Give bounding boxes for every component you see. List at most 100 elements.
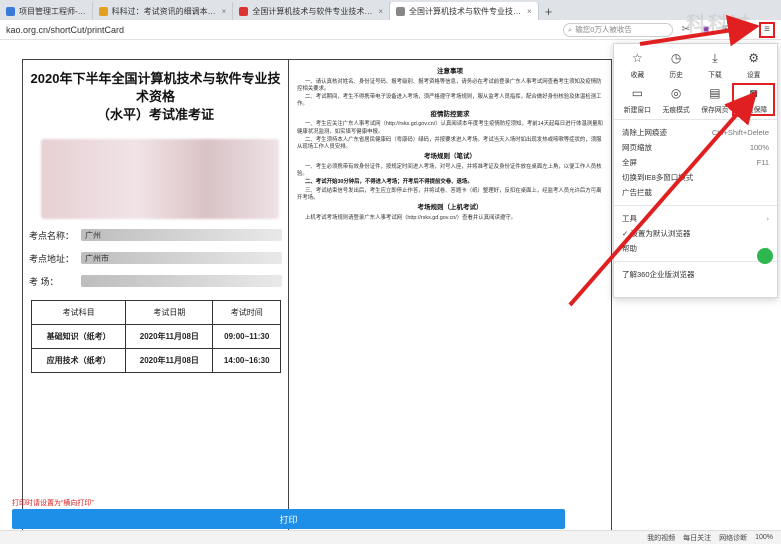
site-name-label: 考点名称： [29,230,75,241]
menu-item-label: 历史 [669,72,683,79]
menu-screenshot-button[interactable]: ◙ 网页保障 [732,83,775,116]
menu-item-label: 新建窗口 [623,107,651,114]
menu-divider [614,261,777,262]
menu-item-default-browser[interactable]: ✓ 设置为默认浏览器 [614,226,777,241]
menu-incognito-button[interactable]: ◎ 无痕模式 [657,85,696,114]
menu-new-window-button[interactable]: ▭ 新建窗口 [618,85,657,114]
print-note: 打印时请设置为“横向打印” [12,500,94,507]
exam-schedule-table: 考试科目 考试日期 考试时间 基础知识（纸考） 2020年11月08日 09:0… [30,299,281,373]
blurred-personal-info [41,138,279,219]
site-address-row: 考点地址： 广州市 [29,252,282,265]
menu-divider [614,205,777,206]
menu-item-label: 清除上网痕迹 [622,128,667,137]
site-name-row: 考点名称： 广州 [29,229,282,242]
menu-icon[interactable]: ≡ [759,21,775,38]
menu-item-label: 收藏 [630,72,645,79]
menu-item-shortcut: Ctrl+Shift+Delete [711,128,769,137]
table-cell: 14:00~16:30 [212,347,281,373]
menu-item-label: 全屏 [622,158,637,167]
menu-item-label: 保存网页 [701,107,729,114]
tab-3[interactable]: 全国计算机技术与软件专业技术… × [233,2,391,20]
chevron-right-icon: › [766,214,770,223]
tab-favicon-icon [396,6,406,16]
menu-settings-button[interactable]: ⚙ 设置 [734,50,773,79]
tab-bar: 项目管理工程师-… 科科过：考试资讯的细调本… × 全国计算机技术与软件专业技术… [0,0,781,20]
site-address-label: 考点地址： [29,253,75,264]
table-row: 基础知识（纸考） 2020年11月08日 09:00~11:30 [30,323,281,349]
menu-history-button[interactable]: ◷ 历史 [657,50,696,79]
menu-favorites-button[interactable]: ☆ 收藏 [618,50,657,79]
tab-1[interactable]: 项目管理工程师-… [0,2,93,20]
address-bar: kao.org.cn/shortCut/printCard ⌕ 输您0万人被收告… [0,20,781,40]
incognito-icon: ◎ [670,86,682,100]
menu-item-label: 网页缩放 [622,143,652,152]
menu-icon-grid: ☆ 收藏 ◷ 历史 ⤓ 下载 ⚙ 设置 ▭ 新建窗口 ◎ 无痕模式 ▤ 保存网页… [614,44,777,116]
notice-heading: 考场规则（笔试） [424,153,476,161]
search-input[interactable]: ⌕ 输您0万人被收告 [563,22,673,37]
menu-item-label: 广告拦截 [622,188,652,197]
exam-room-value [81,275,282,288]
status-network-link[interactable]: 网络诊断 [719,533,747,543]
table-cell: 09:00~11:30 [212,323,281,349]
menu-item-tools[interactable]: 工具 › [614,211,777,226]
notice-paragraph: 一、考生应关注广东人事考试网（http://rsks.gd.gov.cn/）认真… [297,121,603,135]
notice-paragraph: 三、考试结束信号发出后，考生应立即停止作答，并将试卷、答题卡（纸）整理好，反扣在… [297,187,602,201]
menu-item-zoom[interactable]: 网页缩放 100% [614,140,777,155]
table-cell: 2020年11月08日 [125,347,214,373]
tab-2[interactable]: 科科过：考试资讯的细调本… × [93,2,234,20]
menu-divider [614,119,777,120]
notice-heading: 疫情防控要求 [430,110,470,118]
url-input[interactable]: kao.org.cn/shortCut/printCard [6,25,557,35]
tab-close-icon[interactable]: × [378,7,383,16]
camera-icon: ◙ [750,86,758,100]
table-header: 考试时间 [212,299,281,325]
notice-paragraph: 二、考生须持本人广东省居民健康码（粤康码）绿码，并按要求进入考场。考试当天入场时… [297,136,602,151]
menu-item-enterprise[interactable]: 了解360企业版浏览器 [614,267,777,282]
menu-item-clear-history[interactable]: 清除上网痕迹 Ctrl+Shift+Delete [614,125,777,140]
menu-item-help[interactable]: 帮助 › [614,241,777,256]
watermark-logo: 科科过 [686,14,752,36]
tab-close-icon[interactable]: × [222,7,227,16]
menu-item-label: 了解360企业版浏览器 [622,270,695,279]
card-notice-column: 注意事项 一、请认真核对姓名、身份证号码、报考级别、报考资格等信息，请务必在考试… [289,60,611,534]
chevron-right-icon: › [766,244,770,253]
exam-room-row: 考 场： [29,275,282,288]
search-placeholder: 输您0万人被收告 [575,25,632,34]
card-title-line2: （水平）考试准考证 [96,107,214,123]
menu-item-shortcut: 100% [749,143,769,152]
menu-item-adblock[interactable]: 广告拦截 [614,185,777,200]
tab-label: 项目管理工程师-… [19,6,86,16]
star-icon: ☆ [631,51,643,65]
notice-paragraph: 二、考试开始30分钟后，不得进入考场；开考后不得提前交卷、退场。 [305,179,473,186]
status-zoom[interactable]: 100% [755,534,773,541]
admission-card: 2020年下半年全国计算机技术与软件专业技术资格 （水平）考试准考证 考点名称：… [22,59,612,535]
menu-item-ie-mode[interactable]: 切换到IE8多窗口模式 [614,170,777,185]
status-video-link[interactable]: 我的视频 [647,533,675,543]
new-tab-button[interactable]: + [539,2,559,20]
menu-item-label: ✓ 设置为默认浏览器 [622,229,691,238]
menu-save-page-button[interactable]: ▤ 保存网页 [696,85,735,114]
menu-item-fullscreen[interactable]: 全屏 F11 [614,155,777,170]
tab-close-icon[interactable]: × [527,7,532,16]
menu-item-label: 下载 [708,72,722,79]
menu-download-button[interactable]: ⤓ 下载 [696,50,735,80]
clock-icon: ◷ [670,51,682,65]
print-button[interactable]: 打印 [12,509,565,529]
notice-paragraph: 上机考试考场规则请登录广东人事考试网（http://rsks.gd.gov.cn… [305,214,517,221]
browser-menu: ☆ 收藏 ◷ 历史 ⤓ 下载 ⚙ 设置 ▭ 新建窗口 ◎ 无痕模式 ▤ 保存网页… [613,43,778,298]
tab-4-active[interactable]: 全国计算机技术与软件专业技… × [390,2,539,20]
notice-heading: 考场规则（上机考试） [417,204,483,212]
gear-icon: ⚙ [748,51,759,65]
site-address-value: 广州市 [81,252,282,265]
menu-item-label: 工具 [622,214,637,223]
notice-paragraph: 二、考试期间，考生不得携带电子设备进入考场，须严格遵守考场规则，服从监考人员指挥… [297,94,602,108]
window-icon: ▭ [631,86,644,100]
card-left-column: 2020年下半年全国计算机技术与软件专业技术资格 （水平）考试准考证 考点名称：… [23,60,289,534]
status-bar: 我的视频 每日关注 网络诊断 100% [0,530,781,544]
menu-item-label: 无痕模式 [662,107,690,114]
site-name-value: 广州 [81,229,282,242]
menu-item-label: 设置 [746,72,761,79]
table-cell: 2020年11月08日 [125,323,214,349]
notice-paragraph: 一、考生必须携带有效身份证件，按规定时间进入考场，对号入座，并将准考证及身份证件… [297,163,602,178]
status-daily-link[interactable]: 每日关注 [683,533,711,543]
